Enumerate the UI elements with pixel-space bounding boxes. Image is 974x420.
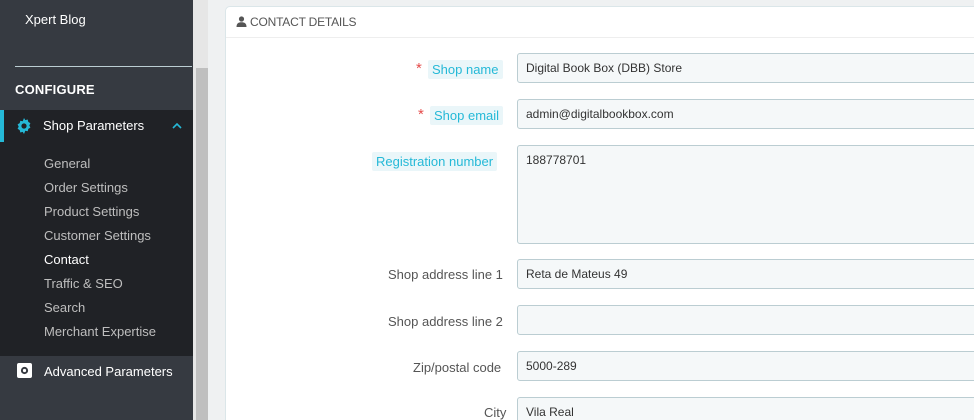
registration-number-label[interactable]: Registration number bbox=[372, 152, 498, 171]
sidebar-top: Xpert Blog bbox=[0, 0, 193, 66]
submenu-item-merchant-expertise[interactable]: Merchant Expertise bbox=[44, 324, 156, 339]
submenu-item-general[interactable]: General bbox=[44, 156, 90, 171]
sidebar-item-label: Shop Parameters bbox=[43, 118, 145, 133]
shop-name-input[interactable]: Digital Book Box (DBB) Store bbox=[517, 53, 974, 83]
gear-icon bbox=[17, 118, 31, 134]
required-asterisk: * bbox=[416, 60, 422, 77]
shop-address-line-1-label: Shop address line 1 bbox=[388, 267, 503, 282]
required-asterisk: * bbox=[418, 106, 424, 123]
registration-number-textarea[interactable]: 188778701 bbox=[517, 145, 974, 244]
submenu-item-order-settings[interactable]: Order Settings bbox=[44, 180, 128, 195]
submenu-item-customer-settings[interactable]: Customer Settings bbox=[44, 228, 151, 243]
sidebar-divider bbox=[15, 66, 192, 67]
city-label: City bbox=[484, 405, 507, 420]
sidebar-section-title: CONFIGURE bbox=[15, 82, 95, 97]
submenu-item-search[interactable]: Search bbox=[44, 300, 85, 315]
shop-email-label[interactable]: Shop email bbox=[430, 106, 504, 125]
chevron-up-icon[interactable] bbox=[172, 122, 182, 129]
submenu-item-contact[interactable]: Contact bbox=[44, 252, 89, 267]
sidebar: Xpert Blog CONFIGURE Shop Parameters Gen… bbox=[0, 0, 193, 420]
user-icon bbox=[236, 16, 247, 27]
active-indicator bbox=[0, 110, 4, 142]
city-input[interactable]: Vila Real bbox=[517, 397, 974, 420]
shop-address-line-2-label: Shop address line 2 bbox=[388, 314, 503, 329]
settings-box-icon bbox=[17, 363, 32, 378]
shop-name-label[interactable]: Shop name bbox=[428, 60, 503, 79]
sidebar-item-advanced-parameters[interactable]: Advanced Parameters bbox=[0, 356, 193, 388]
panel-title: CONTACT DETAILS bbox=[250, 15, 357, 29]
zip-code-input[interactable]: 5000-289 bbox=[517, 351, 974, 381]
zip-code-label: Zip/postal code bbox=[413, 360, 502, 375]
shop-email-input[interactable]: admin@digitalbookbox.com bbox=[517, 99, 974, 129]
submenu-item-traffic-seo[interactable]: Traffic & SEO bbox=[44, 276, 123, 291]
shop-address-line-2-input[interactable] bbox=[517, 305, 974, 335]
submenu-item-product-settings[interactable]: Product Settings bbox=[44, 204, 139, 219]
shop-address-line-1-input[interactable]: Reta de Mateus 49 bbox=[517, 259, 974, 289]
sidebar-item-xpert-blog[interactable]: Xpert Blog bbox=[25, 12, 86, 27]
sidebar-item-label: Advanced Parameters bbox=[44, 364, 173, 379]
panel-heading: CONTACT DETAILS bbox=[226, 7, 974, 38]
submenu: General Order Settings Product Settings … bbox=[0, 142, 193, 356]
sidebar-item-shop-parameters[interactable]: Shop Parameters bbox=[0, 110, 193, 142]
scrollbar-thumb[interactable] bbox=[196, 68, 208, 420]
